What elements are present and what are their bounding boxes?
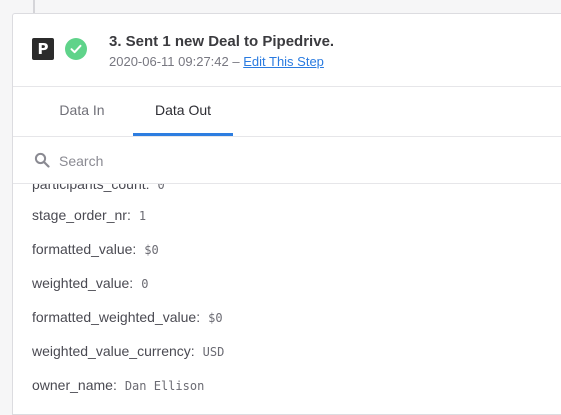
step-timestamp: 2020-06-11 09:27:42 [109,54,229,69]
field-key: weighted_value_currency: [32,343,195,359]
field-value: 0 [157,184,165,192]
field-key: weighted_value: [32,275,134,291]
search-input[interactable] [57,147,541,175]
search-icon [34,152,50,168]
field-row-weighted-value: weighted_value: 0 [32,275,148,295]
field-row-stage-order-nr: stage_order_nr: 1 [32,207,146,227]
field-value: USD [202,345,225,359]
field-key: formatted_value: [32,241,137,257]
tab-data-in[interactable]: Data In [47,87,117,136]
search-bar [13,137,561,183]
edit-step-link[interactable]: Edit This Step [243,54,324,69]
field-row-formatted-value: formatted_value: $0 [32,241,159,261]
step-title: 3. Sent 1 new Deal to Pipedrive. [109,33,335,50]
tab-data-out[interactable]: Data Out [133,87,233,136]
step-detail-panel: P 3. Sent 1 new Deal to Pipedrive. 2020-… [12,13,561,415]
field-key: owner_name: [32,377,117,393]
field-key: participants_count: [32,184,150,192]
field-row-formatted-weighted-value: formatted_weighted_value: $0 [32,309,223,329]
field-key: stage_order_nr: [32,207,131,223]
step-meta: 2020-06-11 09:27:42 – Edit This Step [109,54,324,69]
success-check-icon [65,38,87,60]
step-connector-line [33,0,35,14]
field-value: Dan Ellison [124,379,205,393]
data-out-field-list: participants_count: 0 stage_order_nr: 1 … [13,184,561,414]
field-row-participants-count: participants_count: 0 [32,184,165,196]
field-value: $0 [208,311,223,325]
field-row-weighted-value-currency: weighted_value_currency: USD [32,343,224,363]
field-row-owner-name: owner_name: Dan Ellison [32,377,204,397]
step-header: P 3. Sent 1 new Deal to Pipedrive. 2020-… [13,14,561,86]
field-value: $0 [144,243,159,257]
meta-separator: – [228,54,244,69]
pipedrive-logo-icon: P [32,38,54,60]
field-value: 0 [141,277,149,291]
field-value: 1 [138,209,147,223]
tab-bar: Data In Data Out [13,87,561,136]
field-key: formatted_weighted_value: [32,309,201,325]
